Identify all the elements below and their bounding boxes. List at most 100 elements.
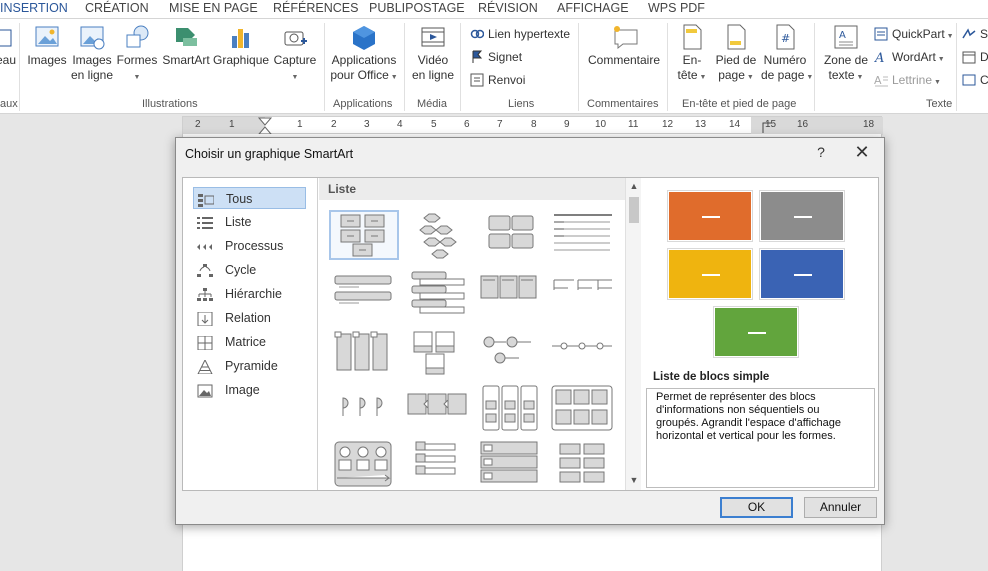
hyperlink-button[interactable]: Lien hypertexte: [470, 26, 570, 44]
lined-list-thumb: [554, 214, 612, 251]
layout-thumbnail[interactable]: [548, 328, 618, 378]
picture-icon: [34, 24, 60, 50]
apps-for-office-button[interactable]: Applications pour Office ▼: [328, 24, 400, 85]
text-box-button[interactable]: A Zone de texte ▼: [820, 24, 872, 85]
timeline-dots-thumb: [552, 342, 612, 350]
chevron-down-icon: ▼: [744, 74, 754, 81]
circle-arrow-list-thumb: [334, 441, 392, 487]
picture-caption-thumb: [413, 331, 455, 375]
chart-button[interactable]: Graphique: [213, 24, 269, 68]
signature-label: S: [980, 27, 988, 41]
layout-thumbnail[interactable]: [475, 328, 545, 378]
bookmark-label: Signet: [488, 50, 523, 64]
layout-thumbnail[interactable]: [402, 270, 472, 320]
scrollbar-thumb[interactable]: [629, 197, 639, 223]
scroll-down-icon[interactable]: ▼: [626, 475, 642, 485]
page-number-button[interactable]: # Numéro de page ▼: [761, 24, 813, 85]
date-button[interactable]: D: [962, 49, 988, 67]
layout-thumbnail[interactable]: [402, 210, 472, 260]
header-button[interactable]: En- tête ▼: [673, 24, 711, 85]
tab-references[interactable]: RÉFÉRENCES: [273, 1, 358, 15]
layout-thumbnail[interactable]: [548, 210, 618, 260]
chevron-down-icon: ▼: [697, 74, 707, 81]
preview-block: [668, 191, 752, 241]
smartart-button[interactable]: SmartArt: [160, 24, 212, 68]
table-button[interactable]: eau: [0, 24, 16, 68]
shapes-button[interactable]: Formes ▼: [116, 24, 158, 85]
layout-gallery: Liste: [319, 178, 626, 490]
layout-thumbnail[interactable]: [329, 328, 399, 378]
category-item-cycle[interactable]: Cycle: [193, 259, 306, 281]
ruler-number: 2: [331, 119, 337, 130]
page-number-label-1: Numéro: [763, 53, 807, 67]
matrix-icon: [197, 335, 213, 351]
dialog-title: Choisir un graphique SmartArt: [185, 147, 354, 161]
wordart-icon: A: [874, 50, 888, 66]
bookmark-button[interactable]: Signet: [470, 49, 522, 67]
ribbon: eau aux Images Images en ligne Formes ▼ S…: [0, 19, 988, 114]
layout-thumbnail[interactable]: [548, 270, 618, 320]
layout-thumbnail[interactable]: [402, 440, 472, 490]
layout-thumbnail[interactable]: [475, 210, 545, 260]
chevron-down-icon: ▼: [932, 79, 941, 86]
category-item-relation[interactable]: Relation: [193, 307, 306, 329]
footer-button[interactable]: Pied de page ▼: [713, 24, 759, 85]
horizontal-ruler[interactable]: 2 1 1 2 3 4 5 6 7 8 9 10 11 12 13 14 15 …: [182, 116, 883, 135]
layout-thumbnail[interactable]: [548, 440, 618, 490]
cross-reference-button[interactable]: Renvoi: [470, 72, 525, 90]
wordart-button[interactable]: A WordArt ▼: [874, 49, 945, 67]
tab-affichage[interactable]: AFFICHAGE: [557, 1, 629, 15]
camera-icon: [282, 24, 308, 50]
help-button[interactable]: ?: [812, 144, 830, 160]
tab-publipostage[interactable]: PUBLIPOSTAGE: [369, 1, 465, 15]
online-video-button[interactable]: Vidéo en ligne: [410, 24, 456, 83]
category-item-image[interactable]: Image: [193, 379, 306, 401]
chevron-blocks-thumb: [407, 393, 467, 415]
video-icon: [420, 24, 446, 50]
comment-button[interactable]: Commentaire: [584, 24, 664, 68]
object-label: C: [980, 73, 988, 87]
layout-thumbnail[interactable]: [548, 384, 618, 434]
scroll-up-icon[interactable]: ▲: [626, 181, 642, 191]
layout-thumbnail[interactable]: [475, 270, 545, 320]
date-label: D: [980, 50, 988, 64]
category-label: Processus: [225, 239, 284, 253]
close-button[interactable]: ✕: [852, 142, 872, 163]
layout-thumbnail[interactable]: [475, 440, 545, 490]
ok-button[interactable]: OK: [720, 497, 793, 518]
preview-title: Liste de blocs simple: [653, 371, 770, 383]
tab-wps-pdf[interactable]: WPS PDF: [648, 1, 705, 15]
table-hierarchy-thumb: [480, 441, 538, 483]
tab-insertion[interactable]: INSERTION: [0, 1, 68, 15]
tab-revision[interactable]: RÉVISION: [478, 1, 538, 15]
layout-thumbnail[interactable]: [329, 440, 399, 490]
layout-thumbnail[interactable]: [402, 384, 472, 434]
signature-button[interactable]: S: [962, 26, 988, 44]
category-item-matrice[interactable]: Matrice: [193, 331, 306, 353]
ribbon-tabbar: INSERTION CRÉATION MISE EN PAGE RÉFÉRENC…: [0, 0, 988, 19]
screenshot-button[interactable]: Capture ▼: [272, 24, 318, 85]
online-images-button[interactable]: Images en ligne: [70, 24, 114, 83]
tab-creation[interactable]: CRÉATION: [85, 1, 149, 15]
group-separator: [324, 23, 325, 111]
gallery-scrollbar[interactable]: ▲ ▼: [625, 178, 641, 490]
calendar-icon: [962, 50, 976, 64]
layout-thumbnail[interactable]: [475, 384, 545, 434]
tab-mise-en-page[interactable]: MISE EN PAGE: [169, 1, 258, 15]
layout-thumbnail[interactable]: [329, 270, 399, 320]
category-item-pyramide[interactable]: Pyramide: [193, 355, 306, 377]
link-icon: [470, 27, 485, 41]
category-item-tous[interactable]: Tous: [193, 187, 306, 209]
cancel-button[interactable]: Annuler: [804, 497, 877, 518]
chevron-down-icon: ▼: [935, 56, 945, 63]
category-item-hierarchie[interactable]: Hiérarchie: [193, 283, 306, 305]
dropcap-button[interactable]: A Lettrine ▼: [874, 72, 941, 90]
layout-thumbnail[interactable]: [329, 210, 399, 260]
category-item-liste[interactable]: Liste: [193, 211, 306, 233]
category-item-processus[interactable]: Processus: [193, 235, 306, 257]
layout-thumbnail[interactable]: [329, 384, 399, 434]
images-button[interactable]: Images: [26, 24, 68, 68]
layout-thumbnail[interactable]: [402, 328, 472, 378]
quickpart-button[interactable]: QuickPart ▼: [874, 26, 954, 44]
object-button[interactable]: C: [962, 72, 988, 90]
